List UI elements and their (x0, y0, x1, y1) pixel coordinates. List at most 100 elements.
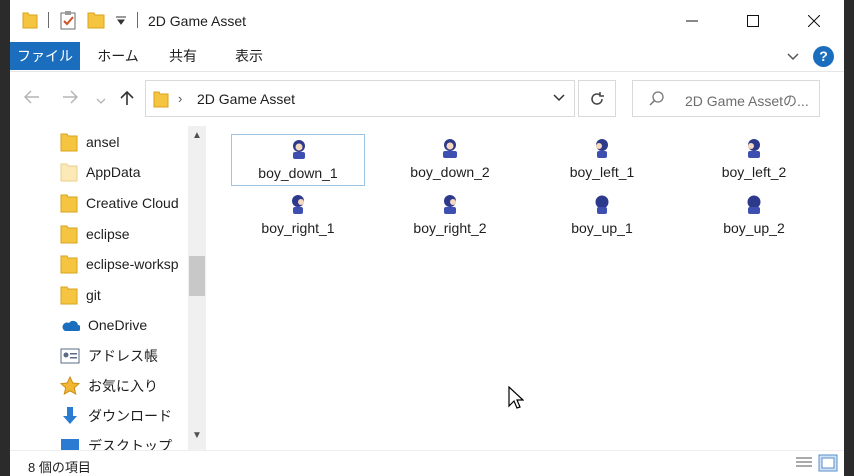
title-bar: 2D Game Asset (10, 0, 844, 42)
tab-file[interactable]: ファイル (10, 42, 80, 70)
file-name: boy_down_2 (410, 164, 490, 180)
file-item-boy-left-2[interactable]: boy_left_2 (687, 134, 821, 186)
file-explorer-window: 2D Game Asset ファイル ホーム 共有 表示 ? › 2D Game… (10, 0, 844, 476)
sprite-thumbnail-icon (292, 195, 304, 214)
sidebar-item-label: OneDrive (88, 317, 148, 333)
sidebar-item-downloads[interactable]: ダウンロード (60, 402, 172, 430)
file-name: boy_left_2 (721, 164, 787, 180)
separator (137, 12, 138, 28)
search-icon (649, 91, 664, 106)
sidebar-item-contacts[interactable]: アドレス帳 (60, 342, 158, 370)
sprite-thumbnail-icon (443, 139, 457, 158)
sidebar-item-ansel[interactable]: ansel (60, 128, 119, 156)
background-edge-left (0, 0, 10, 476)
folder-icon (60, 286, 78, 305)
new-folder-icon[interactable] (87, 11, 105, 29)
sidebar-item-onedrive[interactable]: OneDrive (60, 311, 147, 339)
folder-icon (60, 255, 78, 274)
folder-icon (60, 194, 78, 213)
file-item-boy-right-2[interactable]: boy_right_2 (383, 190, 517, 242)
file-list: boy_down_1 boy_down_2 boy_left_1 boy_lef… (215, 126, 844, 450)
mouse-cursor-icon (508, 386, 524, 409)
file-name: boy_up_2 (723, 220, 785, 236)
minimize-button[interactable] (661, 0, 722, 42)
address-bar[interactable]: › 2D Game Asset (145, 80, 575, 117)
window-controls (661, 0, 844, 42)
sidebar-item-appdata[interactable]: AppData (60, 158, 140, 186)
folder-icon[interactable] (22, 11, 38, 29)
arrow-up-icon (120, 90, 134, 105)
window-title: 2D Game Asset (148, 13, 247, 29)
chevron-down-icon[interactable] (552, 90, 566, 106)
scroll-up-button[interactable]: ▲ (190, 130, 204, 146)
sprite-thumbnail-icon (444, 195, 456, 214)
navigation-bar: › 2D Game Asset 2D Game Assetの... (10, 72, 844, 126)
chevron-down-icon[interactable] (115, 14, 127, 26)
file-item-boy-right-1[interactable]: boy_right_1 (231, 190, 365, 242)
folder-icon (60, 225, 78, 244)
contacts-icon (60, 348, 80, 364)
file-item-boy-up-2[interactable]: boy_up_2 (687, 190, 821, 242)
ribbon-tabs: ファイル ホーム 共有 表示 ? (10, 42, 844, 72)
sidebar-scrollbar[interactable]: ▲ ▼ (188, 126, 206, 450)
chevron-down-icon (96, 98, 106, 104)
sidebar-item-label: アドレス帳 (88, 348, 158, 364)
sidebar-item-label: ansel (86, 134, 120, 150)
expand-ribbon-icon[interactable] (787, 52, 799, 62)
folder-icon (153, 91, 169, 108)
file-name: boy_up_1 (571, 220, 633, 236)
search-box[interactable]: 2D Game Assetの... (632, 80, 820, 117)
close-button[interactable] (783, 0, 844, 42)
star-icon (60, 376, 80, 395)
sprite-thumbnail-icon (748, 139, 760, 158)
file-name: boy_left_1 (569, 164, 635, 180)
sidebar-item-label: Creative Cloud (86, 195, 179, 211)
tab-home[interactable]: ホーム (88, 42, 148, 70)
download-icon (63, 407, 77, 424)
forward-button[interactable] (62, 90, 79, 109)
sidebar-item-label: eclipse (86, 226, 130, 242)
minimize-icon (685, 20, 698, 22)
breadcrumb-current[interactable]: 2D Game Asset (197, 91, 295, 107)
up-button[interactable] (120, 90, 134, 111)
sidebar-item-eclipse[interactable]: eclipse (60, 220, 130, 248)
sidebar-item-label: ダウンロード (88, 408, 172, 424)
arrow-left-icon (23, 90, 39, 104)
maximize-button[interactable] (722, 0, 783, 42)
sidebar-item-eclipse-workspace[interactable]: eclipse-worksp (60, 250, 179, 278)
details-view-icon[interactable] (794, 454, 814, 472)
sidebar-item-label: eclipse-worksp (86, 256, 179, 272)
close-icon (807, 15, 820, 27)
tab-view[interactable]: 表示 (224, 42, 274, 70)
breadcrumb-separator-icon[interactable]: › (178, 91, 182, 106)
file-item-boy-left-1[interactable]: boy_left_1 (535, 134, 669, 186)
scroll-down-button[interactable]: ▼ (190, 430, 204, 446)
folder-icon (60, 163, 78, 182)
file-item-boy-up-1[interactable]: boy_up_1 (535, 190, 669, 242)
file-item-boy-down-2[interactable]: boy_down_2 (383, 134, 517, 186)
sprite-thumbnail-icon (293, 140, 305, 159)
file-name: boy_right_1 (261, 220, 335, 236)
search-placeholder: 2D Game Assetの... (685, 93, 809, 109)
file-name: boy_right_2 (413, 220, 487, 236)
item-count: 8 個の項目 (28, 460, 91, 475)
refresh-button[interactable] (578, 80, 616, 117)
back-button[interactable] (23, 90, 40, 109)
scrollbar-thumb[interactable] (189, 256, 205, 296)
recent-locations-button[interactable] (96, 92, 106, 110)
large-icons-view-icon[interactable] (818, 454, 838, 472)
refresh-icon (591, 91, 604, 105)
view-switcher (794, 454, 838, 472)
sidebar-item-favorites[interactable]: お気に入り (60, 372, 158, 400)
tab-share[interactable]: 共有 (158, 42, 208, 70)
navigation-pane: ansel AppData Creative Cloud eclipse ecl… (10, 126, 208, 450)
sidebar-item-creative-cloud[interactable]: Creative Cloud (60, 189, 179, 217)
file-item-boy-down-1[interactable]: boy_down_1 (231, 134, 365, 186)
file-name: boy_down_1 (258, 165, 338, 181)
sidebar-item-desktop[interactable]: デスクトップ (60, 432, 172, 450)
sidebar-item-label: AppData (86, 164, 141, 180)
help-button[interactable]: ? (813, 46, 834, 67)
properties-icon[interactable] (59, 10, 77, 30)
status-bar: 8 個の項目 (10, 450, 844, 476)
sidebar-item-git[interactable]: git (60, 281, 101, 309)
